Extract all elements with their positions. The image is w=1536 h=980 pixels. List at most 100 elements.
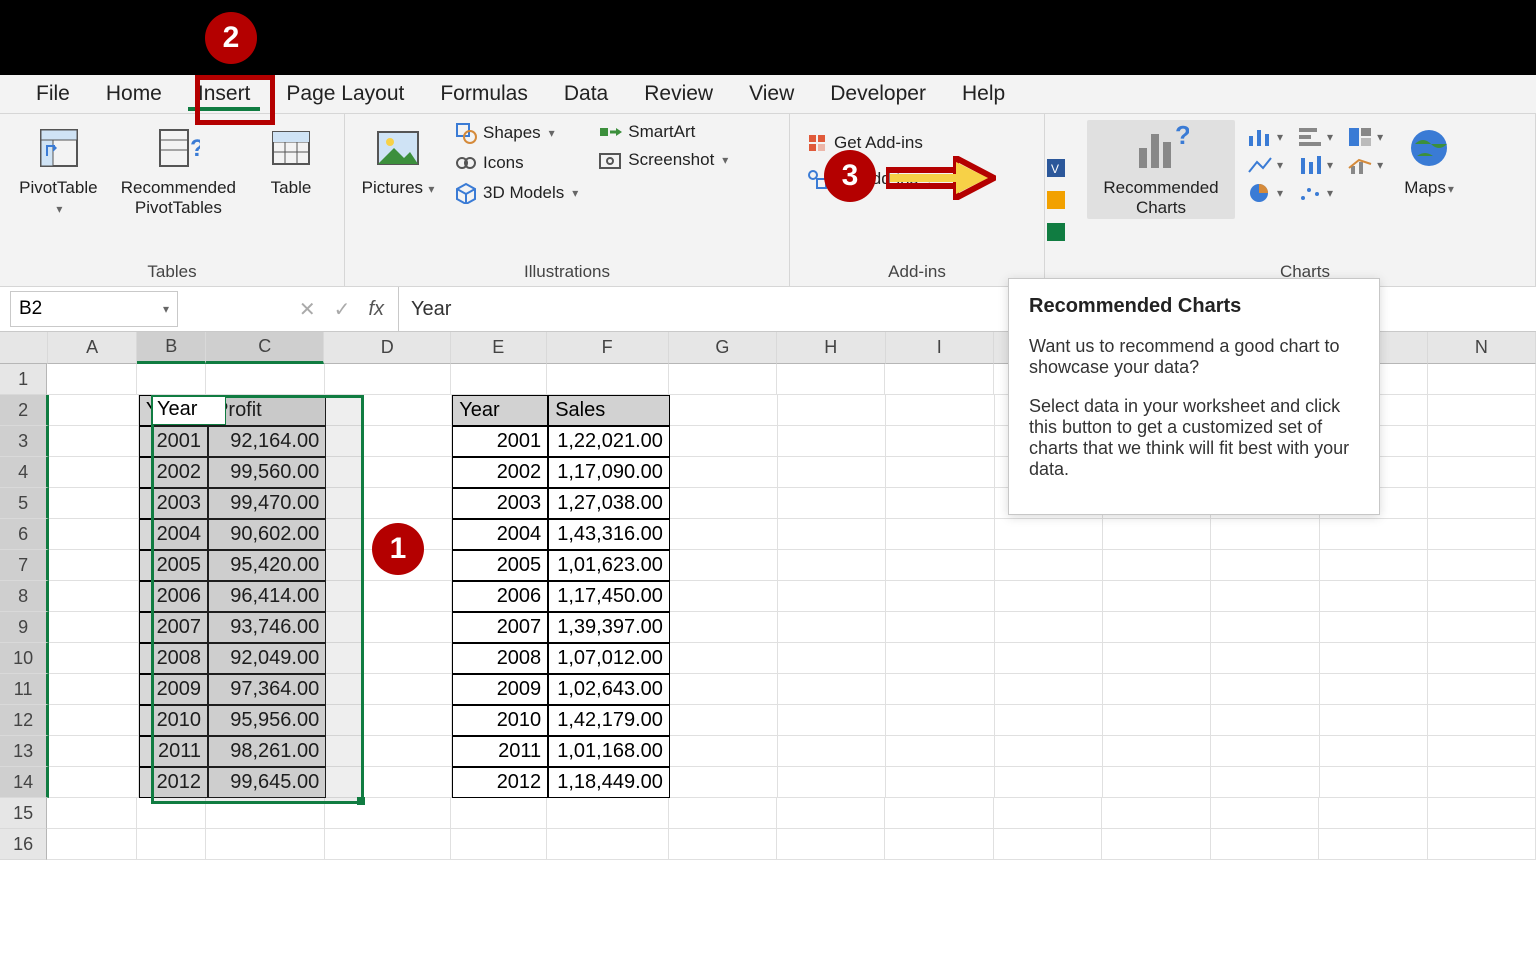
tab-data[interactable]: Data bbox=[546, 78, 626, 110]
cell-H10[interactable] bbox=[778, 643, 886, 674]
cell-N8[interactable] bbox=[1428, 581, 1536, 612]
tab-help[interactable]: Help bbox=[944, 78, 1023, 110]
cell-K6[interactable] bbox=[1103, 519, 1211, 550]
treemap-button[interactable]: ▾ bbox=[1347, 126, 1383, 148]
cell-A13[interactable] bbox=[49, 736, 139, 767]
cell-K15[interactable] bbox=[1102, 798, 1210, 829]
cell-N9[interactable] bbox=[1428, 612, 1536, 643]
cell-B14[interactable]: 2012 bbox=[139, 767, 208, 798]
col-header-C[interactable]: C bbox=[206, 332, 324, 364]
cell-F4[interactable]: 1,17,090.00 bbox=[548, 457, 670, 488]
row-header-10[interactable]: 10 bbox=[0, 643, 49, 674]
cell-B7[interactable]: 2005 bbox=[139, 550, 208, 581]
cell-E15[interactable] bbox=[451, 798, 547, 829]
cell-D11[interactable] bbox=[326, 674, 452, 705]
cell-E11[interactable]: 2009 bbox=[452, 674, 548, 705]
cell-A16[interactable] bbox=[47, 829, 137, 860]
row-header-7[interactable]: 7 bbox=[0, 550, 49, 581]
cell-J7[interactable] bbox=[995, 550, 1103, 581]
cell-G10[interactable] bbox=[670, 643, 778, 674]
cell-G12[interactable] bbox=[670, 705, 778, 736]
row-header-11[interactable]: 11 bbox=[0, 674, 49, 705]
pivot-table-button[interactable]: PivotTable ▾ bbox=[12, 120, 107, 219]
cell-E6[interactable]: 2004 bbox=[452, 519, 548, 550]
cell-L15[interactable] bbox=[1211, 798, 1319, 829]
cell-H14[interactable] bbox=[778, 767, 886, 798]
combo-chart-button[interactable]: ▾ bbox=[1347, 154, 1383, 176]
row-header-3[interactable]: 3 bbox=[0, 426, 49, 457]
cell-L11[interactable] bbox=[1211, 674, 1319, 705]
cell-C14[interactable]: 99,645.00 bbox=[208, 767, 326, 798]
maps-button[interactable]: Maps▾ bbox=[1395, 120, 1463, 200]
pie-chart-button[interactable]: ▾ bbox=[1247, 182, 1283, 204]
cell-M7[interactable] bbox=[1320, 550, 1428, 581]
tab-home[interactable]: Home bbox=[88, 78, 180, 110]
cell-B15[interactable] bbox=[137, 798, 206, 829]
cell-A9[interactable] bbox=[49, 612, 139, 643]
cell-I8[interactable] bbox=[886, 581, 994, 612]
cell-I14[interactable] bbox=[886, 767, 994, 798]
cell-I15[interactable] bbox=[885, 798, 993, 829]
cell-F16[interactable] bbox=[547, 829, 669, 860]
tab-developer[interactable]: Developer bbox=[812, 78, 944, 110]
row-header-6[interactable]: 6 bbox=[0, 519, 49, 550]
cell-A15[interactable] bbox=[47, 798, 137, 829]
cell-I6[interactable] bbox=[886, 519, 994, 550]
stat-chart-button[interactable]: ▾ bbox=[1297, 154, 1333, 176]
cell-L9[interactable] bbox=[1211, 612, 1319, 643]
cell-H9[interactable] bbox=[778, 612, 886, 643]
cell-H16[interactable] bbox=[777, 829, 885, 860]
cell-I1[interactable] bbox=[885, 364, 993, 395]
smartart-button[interactable]: SmartArt bbox=[594, 120, 732, 144]
cell-N5[interactable] bbox=[1428, 488, 1536, 519]
scatter-chart-button[interactable]: ▾ bbox=[1297, 182, 1333, 204]
cell-N1[interactable] bbox=[1428, 364, 1536, 395]
col-header-A[interactable]: A bbox=[48, 332, 137, 364]
cell-D12[interactable] bbox=[326, 705, 452, 736]
cell-C16[interactable] bbox=[206, 829, 324, 860]
cell-I13[interactable] bbox=[886, 736, 994, 767]
cell-A14[interactable] bbox=[49, 767, 139, 798]
cell-E12[interactable]: 2010 bbox=[452, 705, 548, 736]
cell-J12[interactable] bbox=[995, 705, 1103, 736]
cell-F1[interactable] bbox=[547, 364, 669, 395]
cell-B9[interactable]: 2007 bbox=[139, 612, 208, 643]
cell-C2[interactable]: Profit bbox=[208, 395, 326, 426]
cell-N12[interactable] bbox=[1428, 705, 1536, 736]
column-chart-button[interactable]: ▾ bbox=[1247, 126, 1283, 148]
cell-E13[interactable]: 2011 bbox=[452, 736, 548, 767]
cell-I12[interactable] bbox=[886, 705, 994, 736]
row-header-15[interactable]: 15 bbox=[0, 798, 47, 829]
cell-D8[interactable] bbox=[326, 581, 452, 612]
cell-D9[interactable] bbox=[326, 612, 452, 643]
col-header-E[interactable]: E bbox=[451, 332, 547, 364]
cell-D4[interactable] bbox=[326, 457, 452, 488]
cell-F3[interactable]: 1,22,021.00 bbox=[548, 426, 670, 457]
cell-N14[interactable] bbox=[1428, 767, 1536, 798]
confirm-icon[interactable]: ✓ bbox=[334, 297, 351, 322]
cell-D15[interactable] bbox=[325, 798, 451, 829]
col-header-F[interactable]: F bbox=[547, 332, 669, 364]
cell-E7[interactable]: 2005 bbox=[452, 550, 548, 581]
cell-M12[interactable] bbox=[1320, 705, 1428, 736]
row-header-14[interactable]: 14 bbox=[0, 767, 49, 798]
cell-E9[interactable]: 2007 bbox=[452, 612, 548, 643]
cell-D14[interactable] bbox=[326, 767, 452, 798]
cell-F8[interactable]: 1,17,450.00 bbox=[548, 581, 670, 612]
cell-N10[interactable] bbox=[1428, 643, 1536, 674]
col-header-I[interactable]: I bbox=[886, 332, 994, 364]
cell-B11[interactable]: 2009 bbox=[139, 674, 208, 705]
cell-F6[interactable]: 1,43,316.00 bbox=[548, 519, 670, 550]
cell-B12[interactable]: 2010 bbox=[139, 705, 208, 736]
cell-C5[interactable]: 99,470.00 bbox=[208, 488, 326, 519]
cell-A10[interactable] bbox=[49, 643, 139, 674]
cell-L16[interactable] bbox=[1211, 829, 1319, 860]
cell-A5[interactable] bbox=[49, 488, 139, 519]
recommended-pivot-button[interactable]: ? Recommended PivotTables bbox=[119, 120, 238, 219]
cell-M11[interactable] bbox=[1320, 674, 1428, 705]
cell-F9[interactable]: 1,39,397.00 bbox=[548, 612, 670, 643]
row-header-12[interactable]: 12 bbox=[0, 705, 49, 736]
cell-K11[interactable] bbox=[1103, 674, 1211, 705]
cell-L14[interactable] bbox=[1211, 767, 1319, 798]
cell-C6[interactable]: 90,602.00 bbox=[208, 519, 326, 550]
